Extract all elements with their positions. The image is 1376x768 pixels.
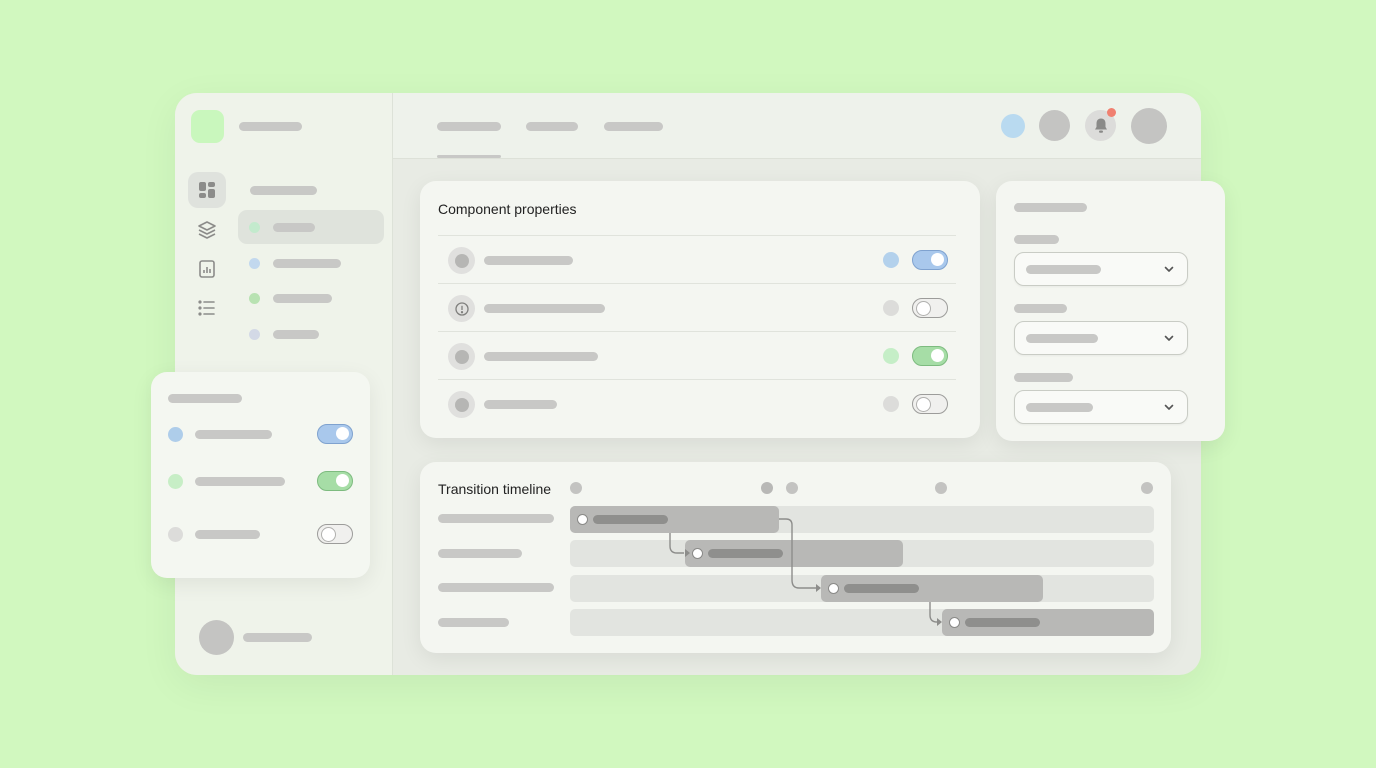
property-row-3: [438, 331, 956, 379]
quick-toggle-3[interactable]: [317, 524, 353, 544]
rail-reports-button[interactable]: [188, 251, 226, 287]
quick-toggle-1[interactable]: [317, 424, 353, 444]
circle-icon: [448, 247, 475, 274]
field-label: [1014, 304, 1067, 313]
rail-layers-button[interactable]: [188, 212, 226, 248]
status-dot: [249, 222, 260, 233]
property-toggle[interactable]: [912, 346, 948, 366]
tab-2[interactable]: [526, 122, 578, 131]
sidebar-item-label: [273, 259, 341, 268]
list-icon: [198, 300, 215, 316]
property-label: [484, 256, 573, 265]
top-bar: [393, 93, 1201, 159]
active-tab-indicator: [437, 155, 501, 158]
user-name-placeholder: [243, 633, 312, 642]
circle-icon: [448, 391, 475, 418]
toggle-label: [195, 530, 260, 539]
toggle-label: [195, 430, 272, 439]
panel-title: Component properties: [438, 201, 577, 217]
user-avatar[interactable]: [199, 620, 234, 655]
tab-1[interactable]: [437, 122, 501, 131]
quick-toggle-2[interactable]: [317, 471, 353, 491]
bell-icon: [1094, 118, 1107, 133]
property-row-4: [438, 379, 956, 427]
property-label: [484, 352, 598, 361]
property-row-2: [438, 283, 956, 331]
panel-heading: [168, 394, 242, 403]
status-dot: [883, 348, 899, 364]
rail-list-button[interactable]: [188, 290, 226, 326]
dependency-connectors: [669, 518, 942, 626]
status-dot: [249, 258, 260, 269]
sidebar-item-1[interactable]: [238, 210, 384, 244]
sidebar-item-2[interactable]: [238, 246, 384, 280]
field-label: [1014, 373, 1073, 382]
profile-avatar[interactable]: [1131, 108, 1167, 144]
app-logo[interactable]: [191, 110, 224, 143]
dropdown-2[interactable]: [1014, 321, 1188, 355]
document-chart-icon: [199, 260, 215, 278]
sidebar-item-label: [273, 294, 332, 303]
quick-toggles-panel: [151, 372, 370, 578]
field-label: [1014, 235, 1059, 244]
rail-dashboard-button[interactable]: [188, 172, 226, 208]
app-name-placeholder: [239, 122, 302, 131]
dropdown-value: [1026, 265, 1101, 274]
sidebar-section-heading: [250, 186, 317, 195]
status-dot: [249, 293, 260, 304]
notification-badge: [1107, 108, 1116, 117]
dropdown-3[interactable]: [1014, 390, 1188, 424]
circle-icon: [448, 343, 475, 370]
dashboard-icon: [199, 182, 215, 198]
chevron-down-icon: [1164, 266, 1174, 272]
sidebar-item-3[interactable]: [238, 281, 384, 315]
property-toggle[interactable]: [912, 394, 948, 414]
chevron-down-icon: [1164, 404, 1174, 410]
status-dot: [168, 427, 183, 442]
dropdown-value: [1026, 334, 1098, 343]
component-properties-panel: Component properties: [420, 181, 980, 438]
status-dot: [883, 300, 899, 316]
property-label: [484, 304, 605, 313]
property-row-1: [438, 235, 956, 283]
property-toggle[interactable]: [912, 250, 948, 270]
status-dot: [168, 527, 183, 542]
property-toggle[interactable]: [912, 298, 948, 318]
status-dot: [883, 396, 899, 412]
property-label: [484, 400, 557, 409]
status-dot: [883, 252, 899, 268]
status-dot: [249, 329, 260, 340]
tab-3[interactable]: [604, 122, 663, 131]
transition-timeline-panel: Transition timeline: [420, 462, 1171, 653]
sidebar-item-4[interactable]: [238, 317, 384, 351]
layers-icon: [198, 221, 216, 239]
info-icon: [448, 295, 475, 322]
chevron-down-icon: [1164, 335, 1174, 341]
status-dot: [168, 474, 183, 489]
sidebar-item-label: [273, 330, 319, 339]
settings-panel: [996, 181, 1225, 441]
dropdown-value: [1026, 403, 1093, 412]
status-indicator[interactable]: [1001, 114, 1025, 138]
collaborator-avatar[interactable]: [1039, 110, 1070, 141]
sidebar-item-label: [273, 223, 315, 232]
settings-heading: [1014, 203, 1087, 212]
dropdown-1[interactable]: [1014, 252, 1188, 286]
toggle-label: [195, 477, 285, 486]
